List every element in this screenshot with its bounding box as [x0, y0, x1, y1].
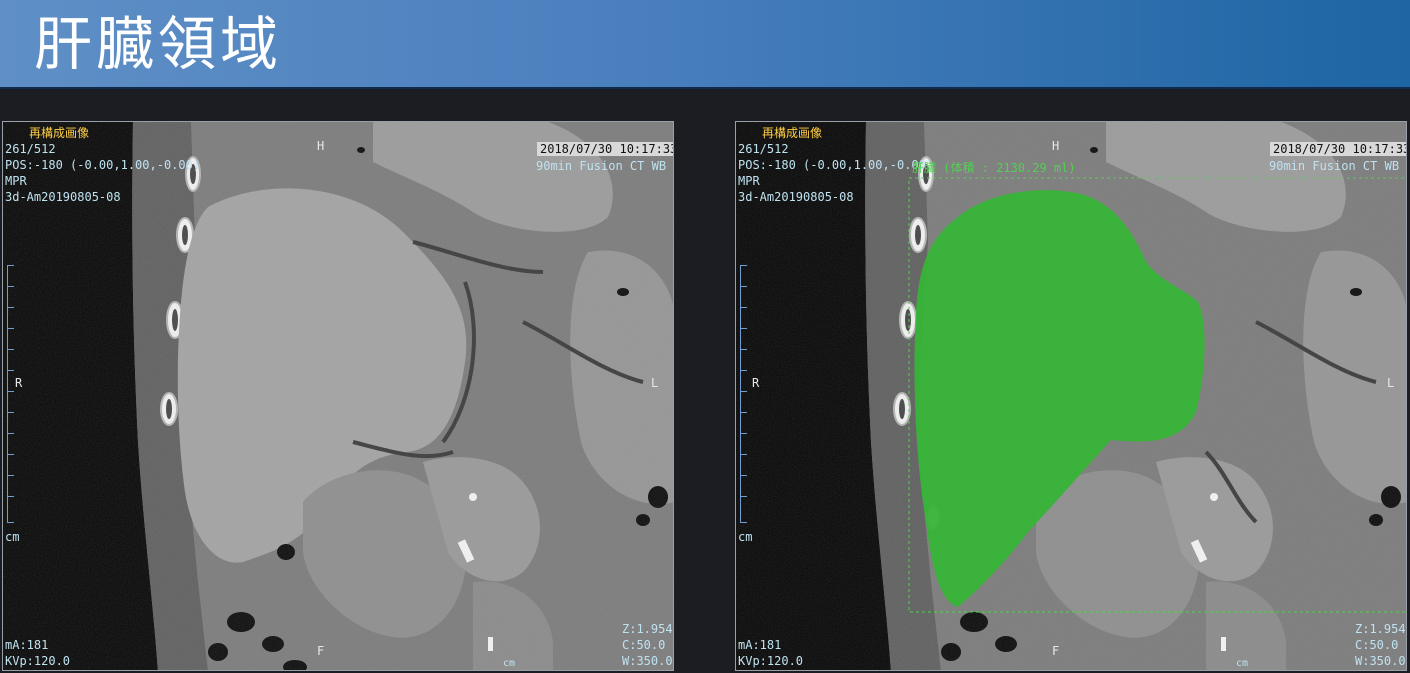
ct-viewer-segmented[interactable]: 再構成画像 261/512 POS:-180 (-0.00,1.00,-0.00…: [735, 121, 1407, 671]
window-center: C:50.0: [1355, 638, 1399, 652]
orientation-head: H: [317, 139, 325, 153]
protocol-label: 90min Fusion CT WB: [1269, 159, 1400, 173]
slice-index: 261/512: [5, 142, 56, 156]
tube-current: mA:181: [5, 638, 49, 652]
bottom-unit: cm: [1236, 658, 1249, 669]
acquisition-datetime: 2018/07/30 10:17:33: [1270, 141, 1406, 157]
ruler-unit: cm: [5, 530, 20, 544]
bottom-unit: cm: [503, 658, 516, 669]
segmentation-volume-label: 肝臓 (体積 : 2130.29 ml): [912, 161, 1076, 175]
position-readout: POS:-180 (-0.00,1.00,-0.00): [738, 158, 934, 172]
window-width: W:350.0: [622, 654, 673, 668]
ct-viewer-original[interactable]: 再構成画像 261/512 POS:-180 (-0.00,1.00,-0.00…: [2, 121, 674, 671]
window-center: C:50.0: [622, 638, 666, 652]
scale-ruler: [740, 265, 749, 523]
view-mode: MPR: [5, 174, 27, 188]
zoom-factor: Z:1.954: [1355, 622, 1406, 636]
ruler-unit: cm: [738, 530, 753, 544]
orientation-left: L: [1387, 376, 1395, 390]
orientation-head: H: [1052, 139, 1060, 153]
divider-band: [0, 89, 1410, 122]
orientation-foot: F: [1052, 644, 1060, 658]
window-width: W:350.0: [1355, 654, 1406, 668]
zoom-factor: Z:1.954: [622, 622, 673, 636]
orientation-right: R: [15, 376, 23, 390]
title-banner: 肝臓領域: [0, 0, 1410, 89]
series-id: 3d-Am20190805-08: [738, 190, 854, 204]
scale-ruler: [7, 265, 16, 523]
orientation-right: R: [752, 376, 760, 390]
position-readout: POS:-180 (-0.00,1.00,-0.00): [5, 158, 201, 172]
view-mode: MPR: [738, 174, 760, 188]
tube-voltage: KVp:120.0: [738, 654, 804, 668]
orientation-left: L: [651, 376, 659, 390]
recon-label: 再構成画像: [29, 126, 90, 140]
slice-index: 261/512: [738, 142, 789, 156]
recon-label: 再構成画像: [762, 126, 823, 140]
series-id: 3d-Am20190805-08: [5, 190, 121, 204]
protocol-label: 90min Fusion CT WB: [536, 159, 667, 173]
orientation-foot: F: [317, 644, 325, 658]
page-title: 肝臓領域: [34, 10, 283, 78]
tube-current: mA:181: [738, 638, 782, 652]
acquisition-datetime: 2018/07/30 10:17:33: [537, 141, 673, 157]
tube-voltage: KVp:120.0: [5, 654, 71, 668]
